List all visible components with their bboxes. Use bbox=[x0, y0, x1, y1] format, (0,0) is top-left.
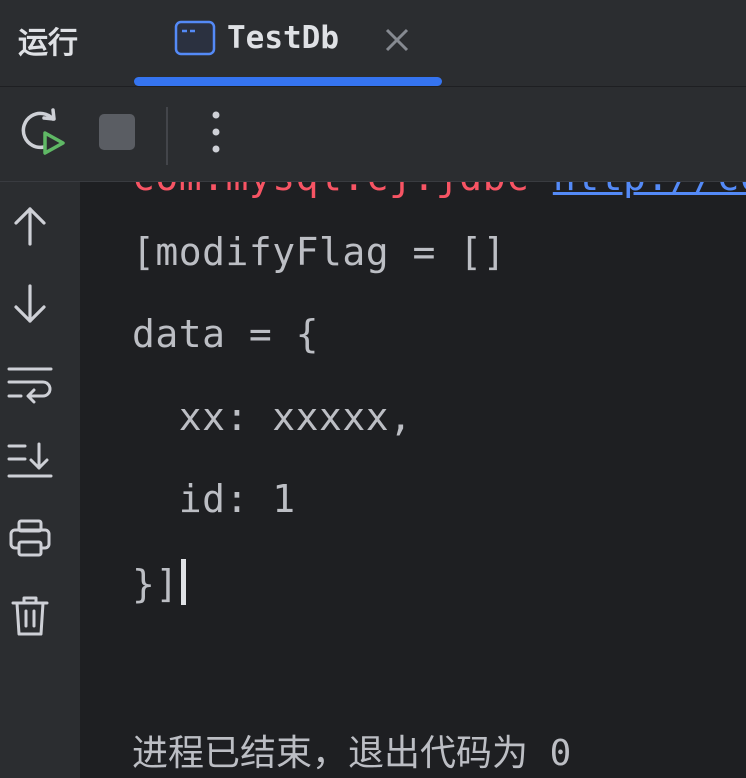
console-link[interactable]: http://com.my bbox=[553, 182, 746, 199]
console-line-last: }] bbox=[132, 559, 186, 606]
tab-testdb[interactable]: TestDb bbox=[134, 0, 442, 86]
text-caret bbox=[180, 559, 186, 605]
stop-icon bbox=[98, 113, 136, 156]
more-options-button[interactable] bbox=[196, 87, 236, 181]
run-toolbar bbox=[0, 87, 746, 182]
console-side-toolbar bbox=[0, 182, 80, 778]
more-vertical-icon bbox=[211, 110, 221, 159]
close-icon[interactable] bbox=[384, 27, 410, 58]
print-icon bbox=[8, 518, 52, 563]
scroll-up-button[interactable] bbox=[8, 206, 52, 250]
scroll-to-end-button[interactable] bbox=[7, 440, 53, 485]
trash-icon bbox=[10, 594, 50, 643]
toolbar-divider bbox=[166, 107, 168, 165]
rerun-button[interactable] bbox=[14, 87, 68, 181]
console-line: [modifyFlag = [] bbox=[132, 230, 507, 274]
console-error-text: com.mysql.cj.jdbc bbox=[132, 182, 553, 199]
rerun-icon bbox=[16, 107, 66, 162]
print-button[interactable] bbox=[8, 518, 52, 562]
clear-all-button[interactable] bbox=[8, 596, 52, 640]
arrow-up-icon bbox=[10, 204, 50, 253]
scroll-to-end-icon bbox=[7, 440, 53, 485]
console-icon bbox=[174, 20, 216, 61]
process-exit-message: 进程已结束，退出代码为 0 bbox=[132, 733, 572, 774]
scroll-down-button[interactable] bbox=[8, 282, 52, 331]
console-line: xx: xxxxx, bbox=[132, 395, 413, 439]
console-line: }] bbox=[132, 562, 179, 606]
soft-wrap-icon bbox=[7, 364, 53, 409]
tool-window-header: 运行 TestDb bbox=[0, 0, 746, 87]
console-line: id: 1 bbox=[132, 477, 296, 521]
active-tab-indicator bbox=[134, 77, 442, 86]
run-tool-window-title: 运行 bbox=[18, 26, 78, 61]
console-line-partial: com.mysql.cj.jdbc http://com.my bbox=[132, 182, 746, 199]
stop-button[interactable] bbox=[92, 87, 142, 181]
soft-wrap-button[interactable] bbox=[7, 364, 53, 409]
arrow-down-icon bbox=[10, 282, 50, 331]
tab-label: TestDb bbox=[227, 20, 339, 56]
console-output[interactable]: com.mysql.cj.jdbc http://com.my [modifyF… bbox=[82, 182, 746, 778]
console-line: data = { bbox=[132, 312, 320, 356]
